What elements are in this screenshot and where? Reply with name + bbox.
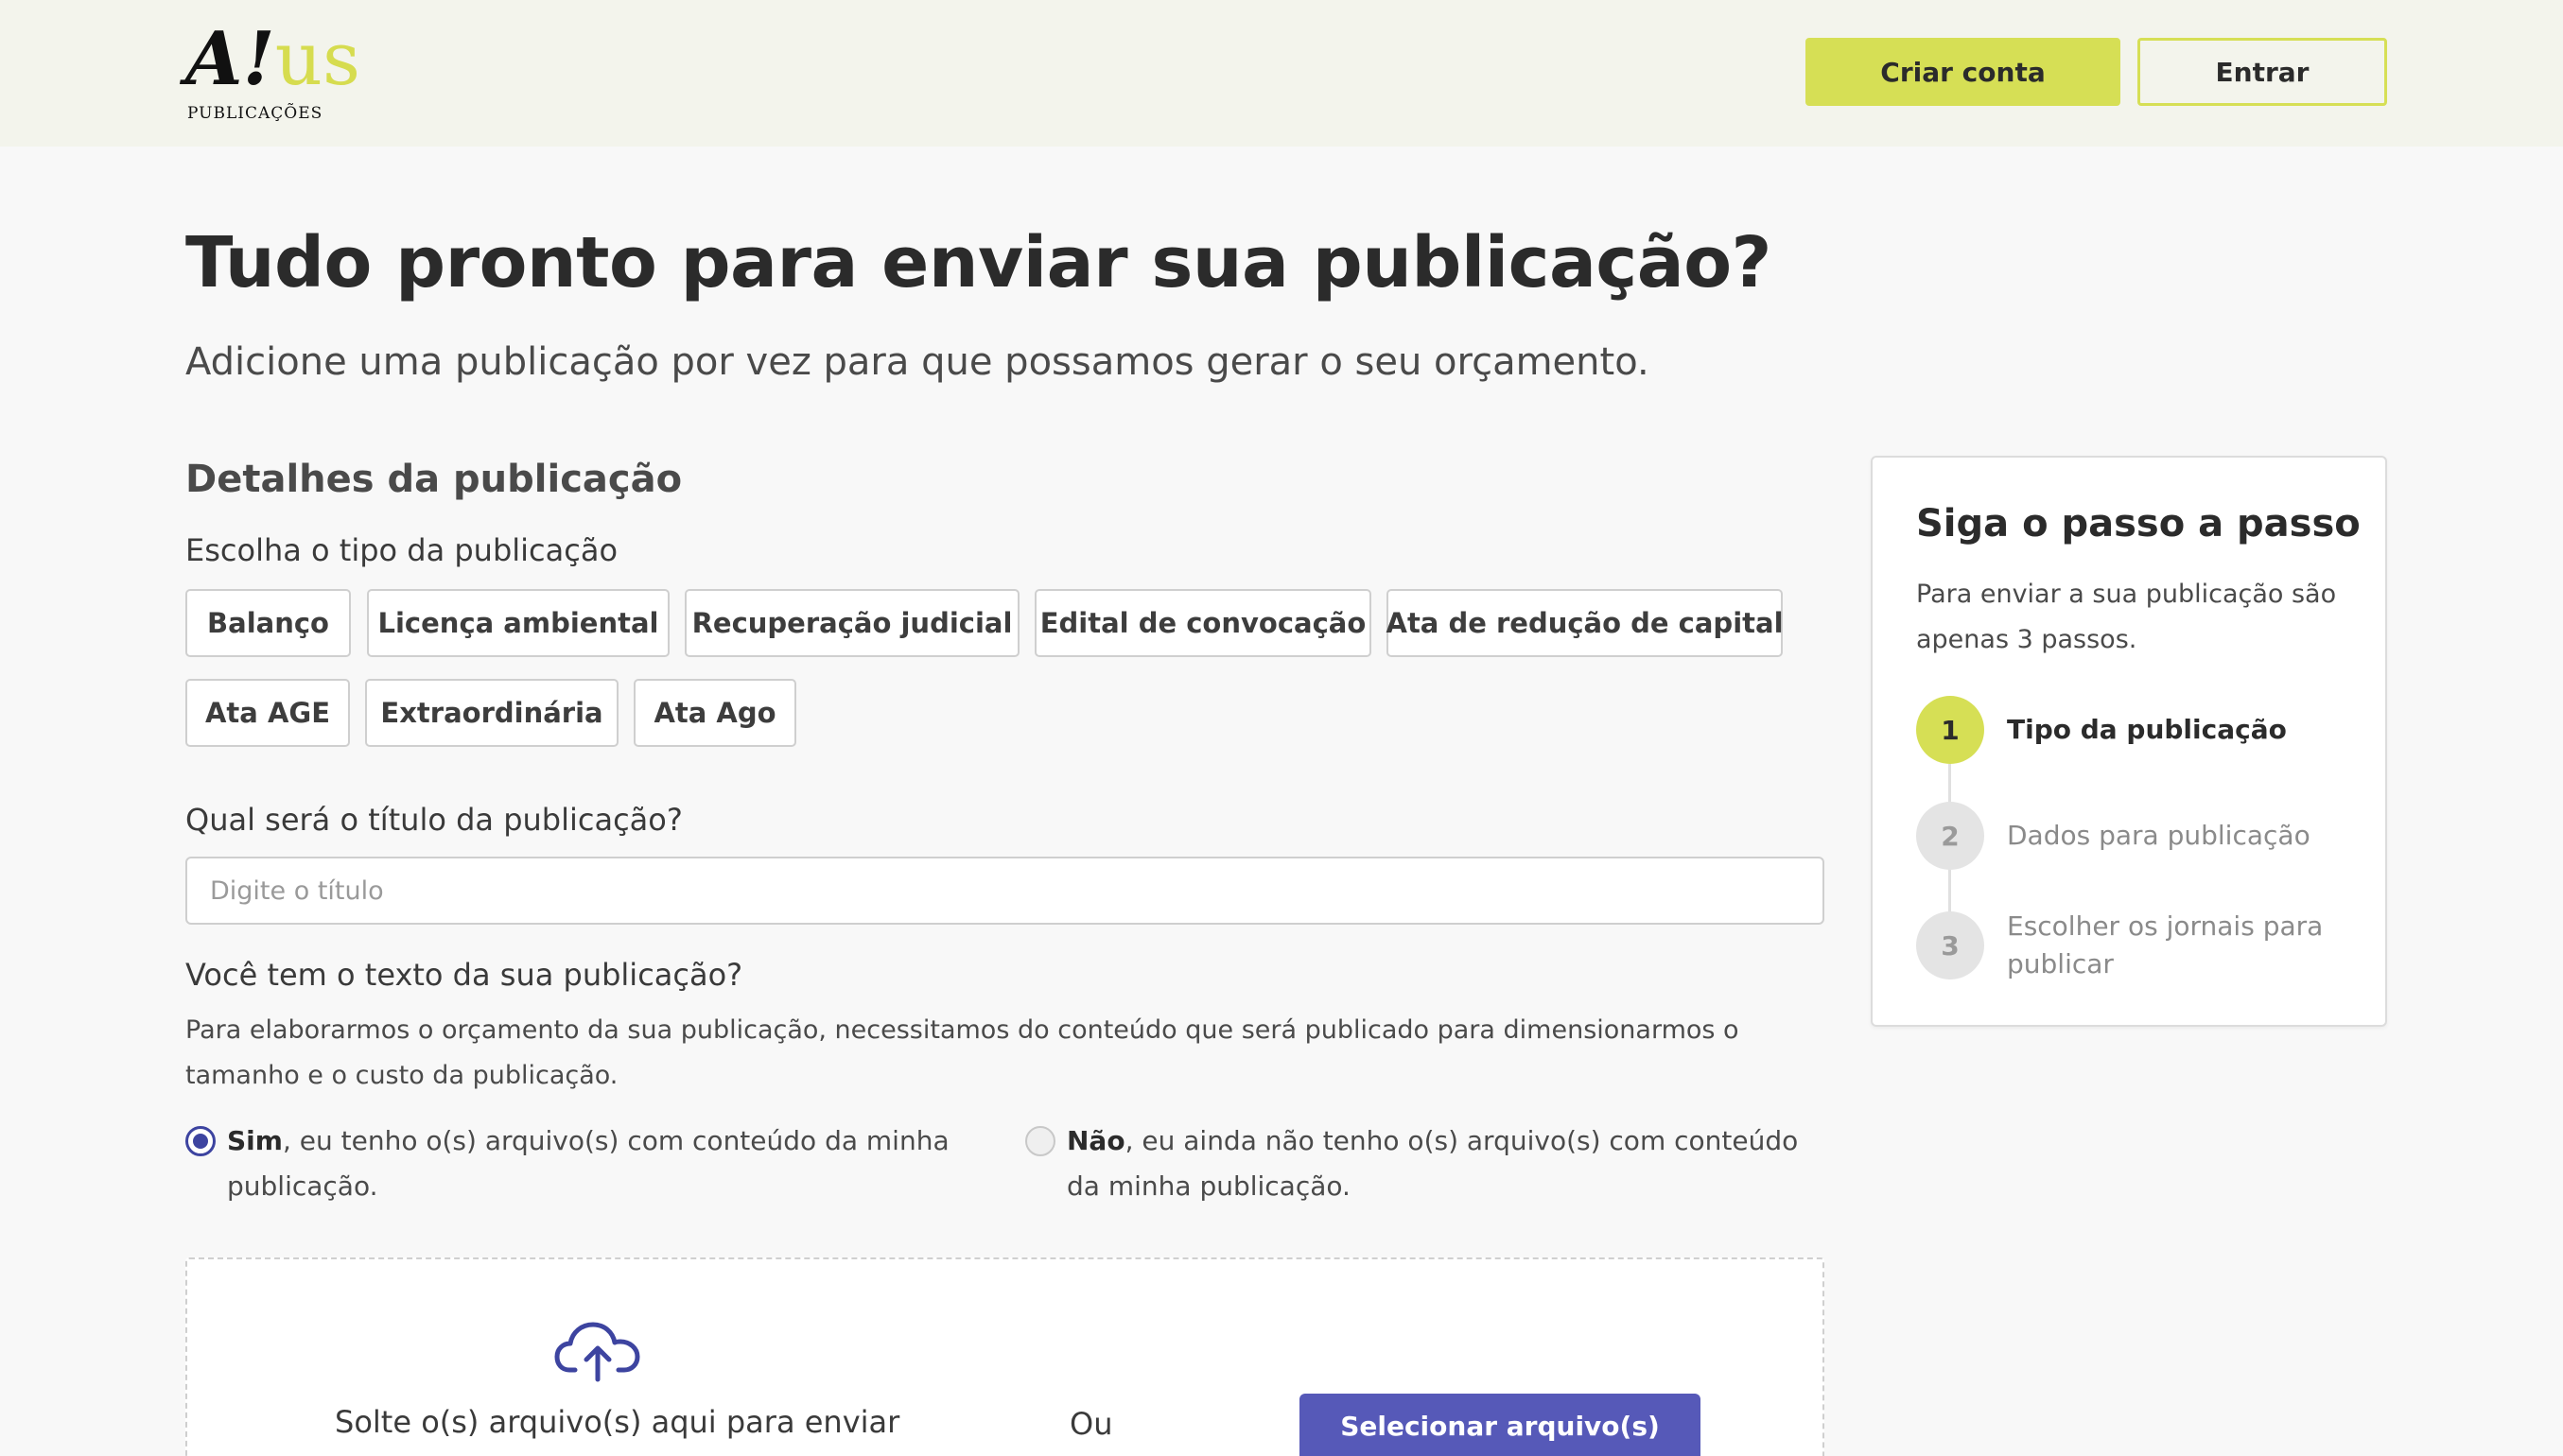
- step-1-circle: 1: [1916, 696, 1984, 764]
- type-chip-ata-age[interactable]: Ata AGE: [185, 679, 350, 747]
- text-question-label: Você tem o texto da sua publicação?: [185, 957, 743, 993]
- logo-subtext: PUBLICAÇÕES: [187, 104, 323, 123]
- page-subtitle: Adicione uma publicação por vez para que…: [185, 340, 1649, 384]
- page-title: Tudo pronto para enviar sua publicação?: [185, 222, 1771, 303]
- type-chip-ata-ago[interactable]: Ata Ago: [634, 679, 796, 747]
- type-chip-ata-reducao-capital[interactable]: Ata de redução de capital: [1386, 589, 1784, 657]
- steps-title: Siga o passo a passo: [1916, 502, 2361, 546]
- step-2-circle: 2: [1916, 802, 1984, 870]
- section-title: Detalhes da publicação: [185, 458, 683, 501]
- or-separator: Ou: [1070, 1406, 1113, 1442]
- option-sim-label[interactable]: Sim, eu tenho o(s) arquivo(s) com conteú…: [227, 1118, 965, 1209]
- select-files-button[interactable]: Selecionar arquivo(s): [1299, 1394, 1700, 1456]
- publication-title-input[interactable]: [185, 857, 1824, 925]
- text-help: Para elaborarmos o orçamento da sua publ…: [185, 1015, 1739, 1090]
- title-question-label: Qual será o título da publicação?: [185, 802, 683, 838]
- step-3-label: Escolher os jornais para publicar: [2007, 910, 2324, 979]
- steps-description: Para enviar a sua publicação são apenas …: [1916, 580, 2337, 654]
- atus-logo[interactable]: A!us PUBLICAÇÕES: [185, 17, 360, 129]
- login-button[interactable]: Entrar: [2137, 38, 2387, 106]
- type-chip-balanco[interactable]: Balanço: [185, 589, 351, 657]
- radio-sim[interactable]: [185, 1126, 216, 1156]
- type-chip-extraordinaria[interactable]: Extraordinária: [365, 679, 619, 747]
- type-chip-recuperacao-judicial[interactable]: Recuperação judicial: [685, 589, 1020, 657]
- drop-instructions: Solte o(s) arquivo(s) aqui para enviar: [335, 1404, 900, 1440]
- type-chip-edital-de-convocacao[interactable]: Edital de convocação: [1035, 589, 1371, 657]
- radio-nao[interactable]: [1025, 1126, 1055, 1156]
- option-nao-label[interactable]: Não, eu ainda não tenho o(s) arquivo(s) …: [1067, 1118, 1823, 1209]
- step-3-circle: 3: [1916, 911, 1984, 979]
- top-navbar: A!us PUBLICAÇÕES Criar conta Entrar: [0, 0, 2563, 147]
- logo-mark: A!us: [185, 16, 361, 103]
- publication-type-label: Escolha o tipo da publicação: [185, 532, 619, 568]
- step-2-label: Dados para publicação: [2007, 820, 2310, 851]
- step-1-label: Tipo da publicação: [2007, 714, 2287, 745]
- type-chip-licenca-ambiental[interactable]: Licença ambiental: [367, 589, 670, 657]
- create-account-button[interactable]: Criar conta: [1805, 38, 2120, 106]
- cloud-upload-icon: [554, 1322, 640, 1382]
